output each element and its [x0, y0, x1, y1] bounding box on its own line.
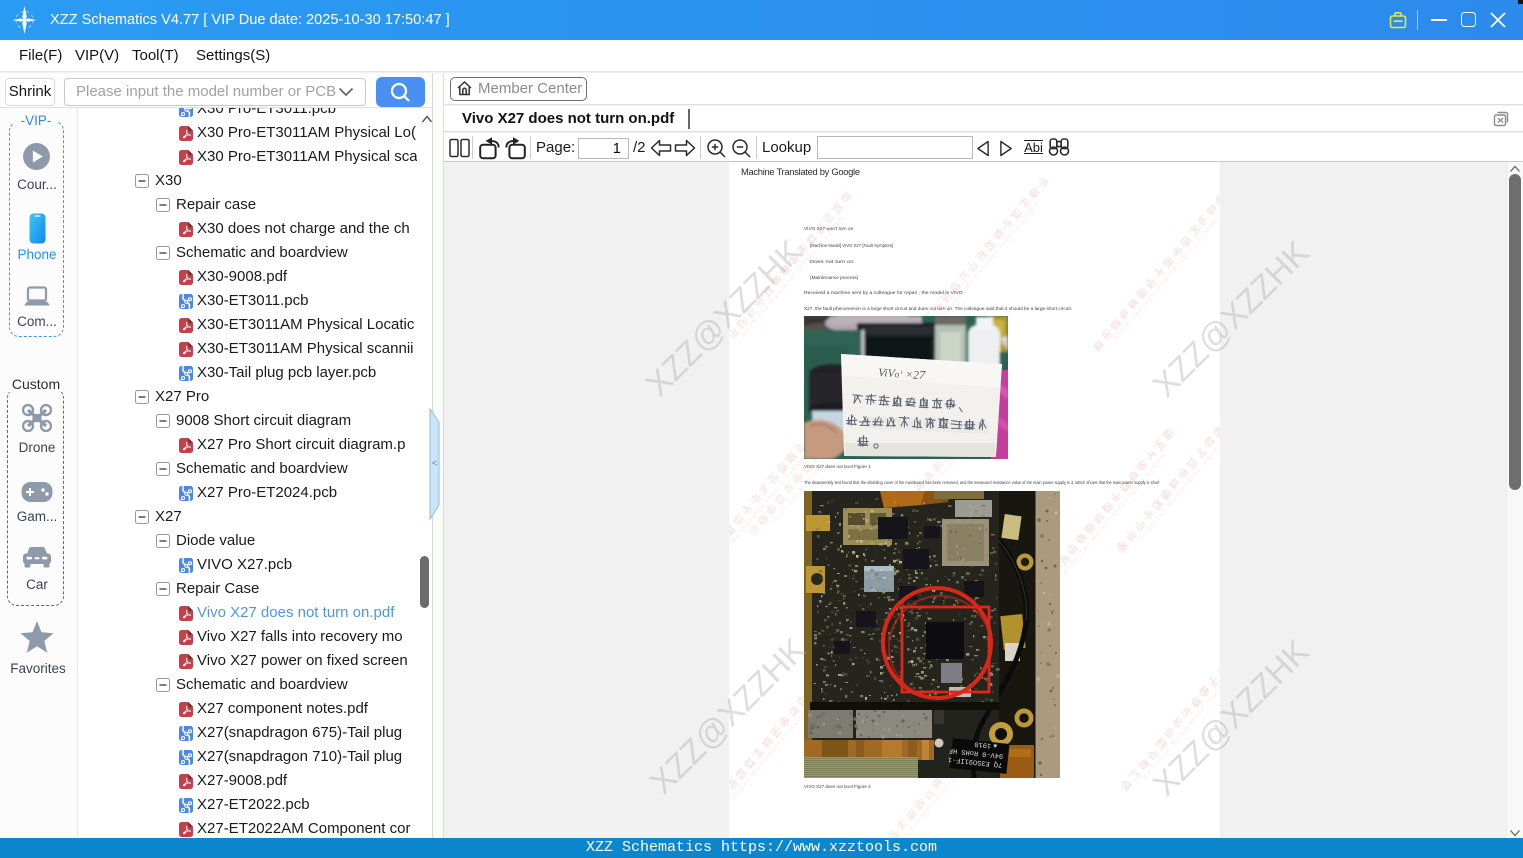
svg-text:<: < [432, 458, 437, 468]
